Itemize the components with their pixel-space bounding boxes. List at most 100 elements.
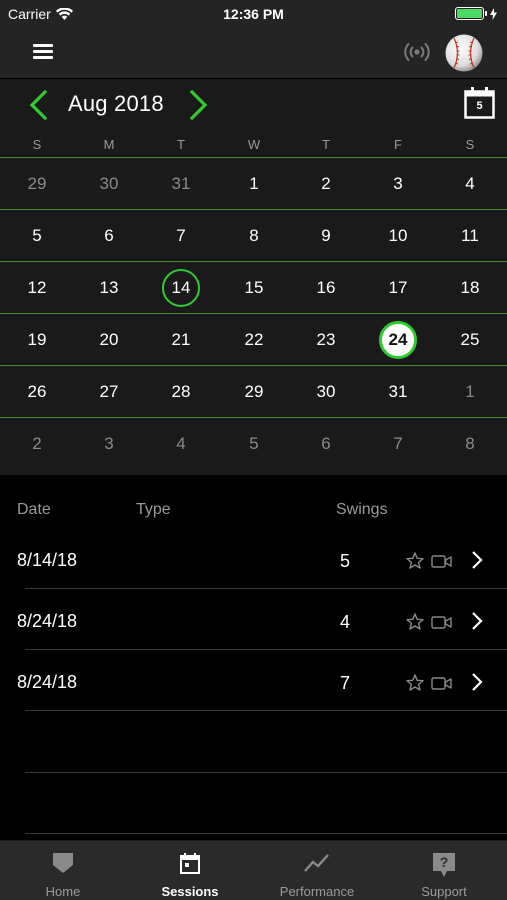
calendar-day-with-session[interactable]: 14 (151, 262, 211, 314)
calendar-day[interactable]: 18 (440, 262, 500, 314)
calendar-day[interactable]: 10 (368, 210, 428, 262)
hamburger-menu-icon[interactable] (33, 44, 53, 60)
day-number: 4 (176, 434, 186, 453)
session-swings: 4 (340, 612, 351, 632)
battery-indicator (455, 7, 497, 20)
calendar-day[interactable]: 11 (440, 210, 500, 262)
session-row[interactable]: 8/24/18 4 (0, 589, 507, 650)
day-number: 1 (465, 382, 475, 401)
calendar-day[interactable]: 13 (79, 262, 139, 314)
chevron-right-icon[interactable] (185, 88, 213, 122)
calendar-day[interactable]: 5 (7, 210, 67, 262)
calendar-day[interactable]: 7 (151, 210, 211, 262)
column-header-type: Type (136, 501, 171, 518)
calendar-day[interactable]: 28 (151, 366, 211, 418)
tab-support[interactable]: ? Support (381, 841, 507, 900)
day-number: 7 (393, 434, 403, 453)
calendar-day[interactable]: 4 (440, 158, 500, 210)
star-icon[interactable] (406, 552, 424, 569)
session-date: 8/24/18 (17, 672, 78, 692)
video-camera-icon[interactable] (431, 555, 452, 568)
star-icon[interactable] (406, 674, 424, 691)
tab-performance[interactable]: Performance (254, 841, 380, 900)
calendar-day[interactable]: 8 (224, 210, 284, 262)
video-camera-icon[interactable] (431, 616, 452, 629)
day-number: 20 (99, 330, 119, 349)
calendar-day[interactable]: 30 (296, 366, 356, 418)
weekday-label: W (247, 137, 261, 152)
calendar-day[interactable]: 12 (7, 262, 67, 314)
baseball-avatar[interactable] (445, 34, 483, 72)
star-icon[interactable] (406, 613, 424, 630)
session-row[interactable]: 8/24/18 7 (0, 650, 507, 711)
session-row[interactable]: 8/14/18 5 (0, 528, 507, 589)
tab-home[interactable]: Home (0, 841, 126, 900)
chevron-right-icon[interactable] (470, 611, 484, 631)
home-shield-icon (53, 853, 73, 873)
weekday-label: T (177, 137, 185, 152)
status-bar: Carrier 12:36 PM (0, 0, 507, 28)
day-number: 11 (461, 226, 479, 245)
day-number: 27 (99, 382, 119, 401)
calendar-day[interactable]: 23 (296, 314, 356, 366)
chevron-right-icon[interactable] (470, 550, 484, 570)
day-number: 24 (388, 330, 408, 349)
calendar-day[interactable]: 1 (224, 158, 284, 210)
calendar-day[interactable]: 31 (151, 158, 211, 210)
calendar-day[interactable]: 3 (368, 158, 428, 210)
calendar-week-row: 19 20 21 22 23 24 25 (0, 313, 507, 365)
day-number: 6 (321, 434, 331, 453)
day-number: 3 (104, 434, 114, 453)
day-number: 6 (104, 226, 114, 245)
video-camera-icon[interactable] (431, 677, 452, 690)
calendar-day-with-session[interactable]: 24 (368, 314, 428, 366)
calendar-picker-button[interactable]: 5 (464, 87, 495, 124)
calendar-day[interactable]: 29 (224, 366, 284, 418)
calendar-day[interactable]: 4 (151, 418, 211, 470)
calendar-day[interactable]: 6 (296, 418, 356, 470)
calendar-day[interactable]: 31 (368, 366, 428, 418)
day-number: 31 (171, 174, 191, 193)
tab-label: Sessions (161, 884, 219, 899)
session-swings: 5 (340, 551, 351, 571)
calendar-day[interactable]: 16 (296, 262, 356, 314)
chevron-left-icon[interactable] (24, 88, 52, 122)
day-number: 5 (249, 434, 259, 453)
calendar-day[interactable]: 3 (79, 418, 139, 470)
calendar-day[interactable]: 19 (7, 314, 67, 366)
tab-label: Performance (279, 884, 355, 899)
calendar-day[interactable]: 2 (7, 418, 67, 470)
calendar-day[interactable]: 22 (224, 314, 284, 366)
calendar-day[interactable]: 25 (440, 314, 500, 366)
day-number: 10 (388, 226, 408, 245)
calendar-day[interactable]: 29 (7, 158, 67, 210)
status-time: 12:36 PM (223, 6, 284, 22)
calendar-day[interactable]: 1 (440, 366, 500, 418)
calendar-day[interactable]: 26 (7, 366, 67, 418)
calendar-day[interactable]: 30 (79, 158, 139, 210)
day-number: 9 (321, 226, 331, 245)
trend-line-icon (304, 854, 329, 872)
calendar-day[interactable]: 20 (79, 314, 139, 366)
calendar-day[interactable]: 15 (224, 262, 284, 314)
chevron-right-icon[interactable] (470, 672, 484, 692)
calendar-day[interactable]: 7 (368, 418, 428, 470)
day-number: 22 (244, 330, 264, 349)
calendar-day[interactable]: 27 (79, 366, 139, 418)
day-number: 17 (388, 278, 408, 297)
calendar-day[interactable]: 2 (296, 158, 356, 210)
day-number: 19 (27, 330, 47, 349)
calendar-day[interactable]: 21 (151, 314, 211, 366)
broadcast-signal-icon[interactable] (402, 40, 432, 64)
empty-row-divider (25, 772, 507, 773)
calendar-week-row: 29 30 31 1 2 3 4 (0, 157, 507, 209)
calendar-day[interactable]: 6 (79, 210, 139, 262)
calendar-day[interactable]: 5 (224, 418, 284, 470)
day-number: 2 (321, 174, 331, 193)
calendar-day[interactable]: 8 (440, 418, 500, 470)
day-number: 30 (316, 382, 336, 401)
calendar-day[interactable]: 17 (368, 262, 428, 314)
calendar-day[interactable]: 9 (296, 210, 356, 262)
calendar-week-row: 5 6 7 8 9 10 11 (0, 209, 507, 261)
tab-sessions[interactable]: Sessions (127, 841, 253, 900)
